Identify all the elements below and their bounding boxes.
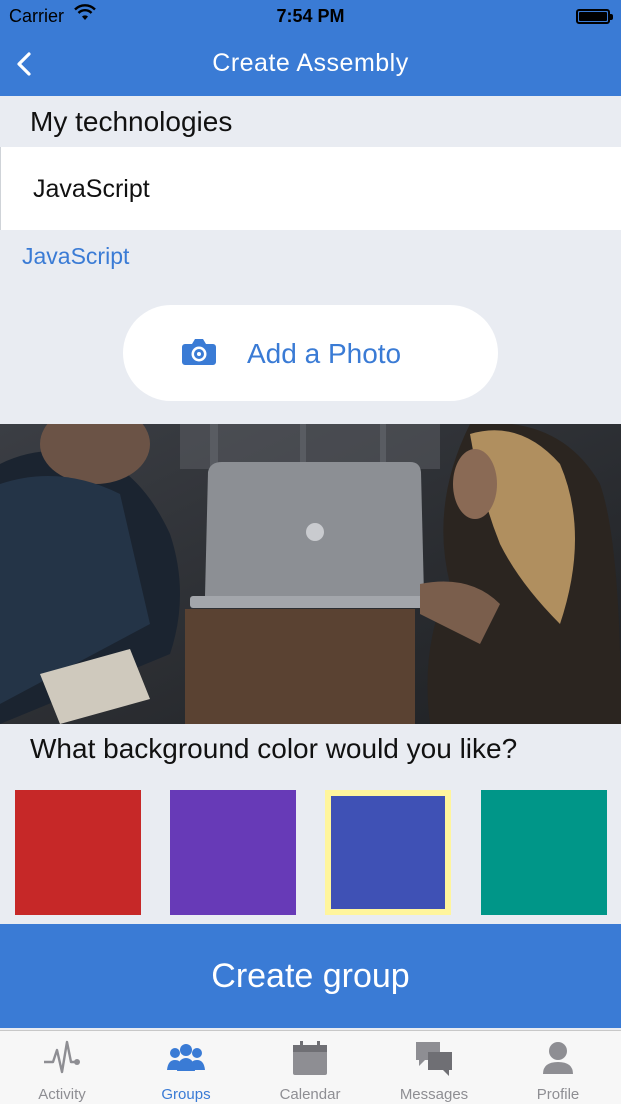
status-bar: Carrier 7:54 PM [0,0,621,32]
battery-icon [576,9,613,24]
status-time: 7:54 PM [276,6,345,26]
technologies-label: My technologies [30,106,233,137]
create-group-button[interactable]: Create group [0,924,621,1028]
add-photo-label: Add a Photo [247,338,402,369]
tab-label: Activity [38,1086,86,1103]
calendar-icon [293,1041,327,1075]
color-swatch-purple[interactable] [170,790,296,915]
tab-profile[interactable]: Profile [496,1031,620,1104]
group-photo [0,424,621,724]
color-swatch-red[interactable] [15,790,141,915]
tab-bar: Activity Groups Calendar Messages Profil… [0,1030,621,1104]
pulse-icon [44,1040,80,1074]
page-title: Create Assembly [212,49,409,77]
tab-messages[interactable]: Messages [372,1031,496,1104]
technology-suggestion[interactable]: JavaScript [22,243,129,270]
color-swatch-indigo[interactable] [325,790,451,915]
tab-label: Calendar [279,1086,341,1103]
tab-calendar[interactable]: Calendar [248,1031,372,1104]
technology-input[interactable]: JavaScript [0,147,621,230]
color-question: What background color would you like? [30,733,518,764]
tab-groups[interactable]: Groups [124,1031,248,1104]
camera-icon [182,339,216,365]
tab-label: Messages [399,1086,469,1103]
add-photo-button[interactable]: Add a Photo [123,305,498,401]
color-swatch-teal[interactable] [481,790,607,915]
profile-icon [543,1042,573,1074]
navigation-bar: Create Assembly [0,32,621,96]
groups-icon [167,1044,205,1071]
messages-icon [416,1042,452,1076]
tab-label: Groups [161,1086,211,1103]
tab-activity[interactable]: Activity [0,1031,124,1104]
tab-label: Profile [536,1086,580,1103]
